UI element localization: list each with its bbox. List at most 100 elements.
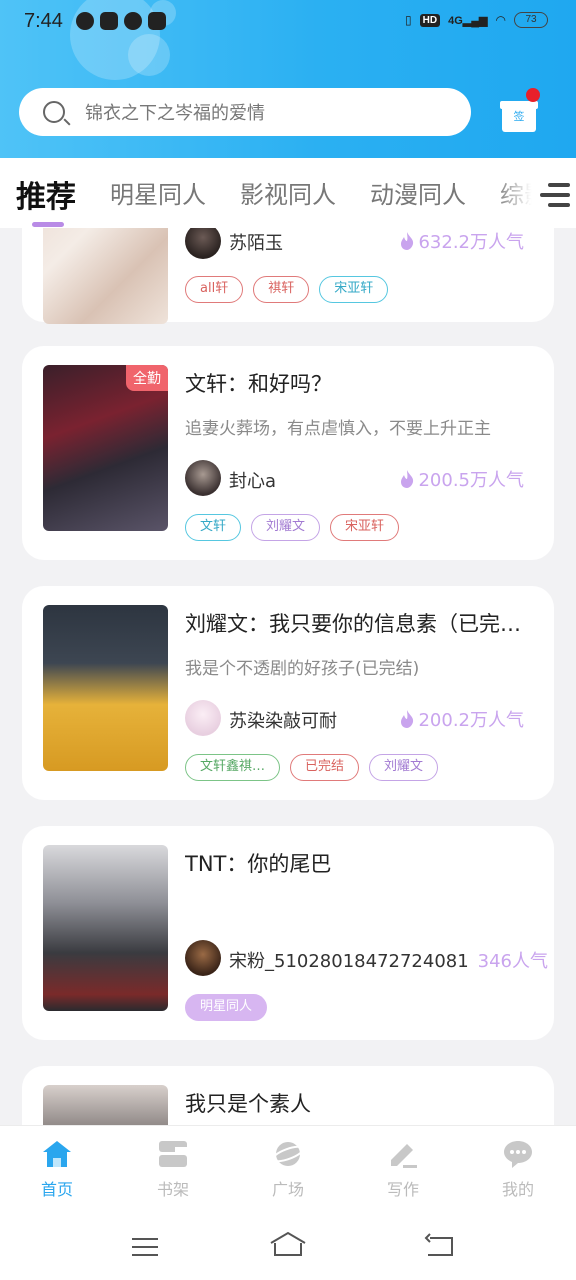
signal-icon: 4G▂▄▆ [448,14,488,27]
checkin-gift-button[interactable]: 签 [500,98,538,132]
wifi-icon: ◠ [495,13,506,27]
status-time: 7:44 [24,10,63,32]
tag-list: all轩 祺轩 宋亚轩 [185,276,389,303]
tab-film-tv-fanfic[interactable]: 影视同人 [240,175,336,210]
nav-mine[interactable]: 我的 [478,1138,558,1200]
author-name: 宋粉_51028018472724081 [229,951,469,972]
network-type: 4G [448,14,463,27]
checkin-label: 签 [513,110,525,123]
message-icon [76,12,94,30]
story-card[interactable]: 苏陌玉 632.2万人气 all轩 祺轩 宋亚轩 [22,228,554,324]
pen-icon [387,1138,419,1170]
status-bar: 7:44 ▯ HD 4G▂▄▆ ◠ 73 [0,0,576,44]
category-menu-icon[interactable] [540,181,570,211]
tag[interactable]: 刘耀文 [251,514,321,541]
search-placeholder: 锦衣之下之岑福的爱情 [85,103,265,124]
story-title: 刘耀文：我只要你的信息素（已完结） [185,612,535,636]
author-name: 封心a [229,471,277,492]
flame-icon [401,470,414,488]
menu-line [548,203,570,207]
bookshelf-icon [157,1138,189,1170]
tag[interactable]: 宋亚轩 [319,276,389,303]
avatar [185,228,221,259]
avatar [185,940,221,976]
menu-line [540,193,570,197]
app-icon [148,12,166,30]
author-name: 苏陌玉 [229,233,283,254]
tag-list: 文轩鑫祺… 已完结 刘耀文 [185,754,439,781]
home-icon [41,1138,73,1170]
feed-list[interactable]: 苏陌玉 632.2万人气 all轩 祺轩 宋亚轩 全勤 文轩：和好吗？ 追妻火葬… [0,228,576,1125]
story-cover [43,228,168,324]
popularity: 200.2万人气 [400,706,524,732]
author-name: 苏染染敲可耐 [229,711,337,732]
nav-home[interactable]: 首页 [17,1138,97,1200]
bottom-navigation: 首页 书架 广场 写作 我的 [0,1125,576,1215]
popularity: 200.5万人气 [400,466,524,492]
search-bar[interactable]: 锦衣之下之岑福的爱情 [19,88,471,136]
nav-label: 首页 [40,1180,73,1199]
story-cover [43,845,168,1011]
popularity-value: 632.2万人气 [418,232,524,253]
tab-celebrity-fanfic[interactable]: 明星同人 [110,175,206,210]
story-card[interactable]: 刘耀文：我只要你的信息素（已完结） 我是个不透剧的好孩子(已完结) 苏染染敲可耐… [22,586,554,800]
full-attendance-badge: 全勤 [126,365,168,391]
app-header: 7:44 ▯ HD 4G▂▄▆ ◠ 73 锦衣之下之岑福的爱情 签 [0,0,576,158]
back-icon[interactable] [424,1233,456,1259]
app-icon [124,12,142,30]
flame-icon [401,232,414,250]
popularity: 632.2万人气 [400,228,524,254]
video-app-icon [100,12,118,30]
story-cover [43,1085,168,1125]
category-tabs: 推荐 明星同人 影视同人 动漫同人 综影 [0,158,576,228]
nav-write[interactable]: 写作 [363,1138,443,1200]
active-tab-indicator [32,222,64,227]
tag[interactable]: 明星同人 [185,994,268,1021]
nav-label: 写作 [386,1180,419,1199]
hd-icon: HD [419,13,441,27]
nav-square[interactable]: 广场 [248,1138,328,1200]
story-card[interactable]: 我只是个素人 [22,1066,554,1125]
tag[interactable]: all轩 [185,276,244,303]
tag-list: 文轩 刘耀文 宋亚轩 [185,514,400,541]
tab-recommend[interactable]: 推荐 [16,172,76,216]
tag[interactable]: 祺轩 [253,276,310,303]
story-card[interactable]: TNT：你的尾巴 宋粉_51028018472724081 346人气 明星同人 [22,826,554,1040]
tag[interactable]: 宋亚轩 [330,514,400,541]
nav-label: 我的 [501,1180,534,1199]
avatar [185,700,221,736]
tag[interactable]: 文轩鑫祺… [185,754,281,781]
tag[interactable]: 刘耀文 [369,754,439,781]
story-title: 文轩：和好吗？ [185,372,332,396]
recent-apps-icon[interactable] [130,1235,160,1259]
notification-icons [76,12,166,30]
tag[interactable]: 已完结 [290,754,360,781]
system-icons: ▯ HD 4G▂▄▆ ◠ 73 [405,12,548,28]
search-icon [43,101,65,123]
vibrate-icon: ▯ [405,13,412,27]
battery-icon: 73 [514,12,548,28]
chat-bubble-icon [502,1138,534,1170]
story-description: 我是个不透剧的好孩子(已完结) [185,659,420,679]
nav-label: 书架 [156,1180,189,1199]
home-button-icon[interactable] [269,1231,307,1259]
avatar [185,460,221,496]
popularity-value: 200.5万人气 [418,470,524,491]
tag-list: 明星同人 [185,994,268,1021]
flame-icon [401,710,414,728]
tag[interactable]: 文轩 [185,514,242,541]
system-navigation-bar [0,1215,576,1280]
popularity: 346人气 [477,951,548,972]
popularity-value: 200.2万人气 [418,710,524,731]
tab-anime-fanfic[interactable]: 动漫同人 [370,175,466,210]
planet-icon [271,1138,305,1170]
story-cover: 全勤 [43,365,168,531]
story-title: TNT：你的尾巴 [185,852,332,876]
nav-bookshelf[interactable]: 书架 [133,1138,213,1200]
story-title: 我只是个素人 [185,1092,311,1116]
story-description: 追妻火葬场，有点虐慎入，不要上升正主 [185,419,491,439]
story-card[interactable]: 全勤 文轩：和好吗？ 追妻火葬场，有点虐慎入，不要上升正主 封心a 200.5万… [22,346,554,560]
story-cover [43,605,168,771]
nav-label: 广场 [271,1180,304,1199]
notification-dot [526,88,540,102]
